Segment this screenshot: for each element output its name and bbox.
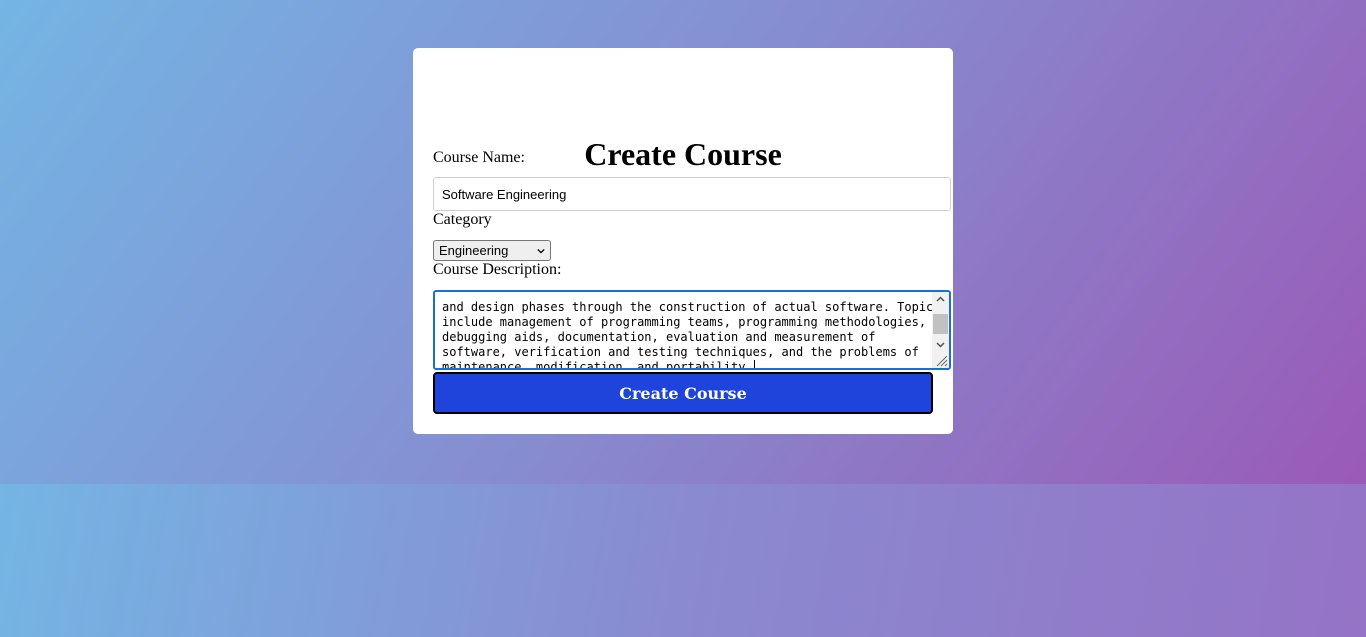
scroll-thumb[interactable]: [933, 314, 948, 334]
description-line: software, verification and testing techn…: [442, 345, 919, 359]
course-description-label: Course Description:: [433, 261, 562, 278]
chevron-down-icon: [537, 248, 545, 254]
description-line: [442, 292, 932, 300]
resize-grip-icon[interactable]: [934, 353, 948, 367]
course-name-label: Course Name:: [433, 149, 525, 166]
course-description-textarea[interactable]: and design phases through the constructi…: [433, 290, 951, 370]
description-line: and design phases through the constructi…: [442, 300, 941, 314]
course-name-value: Software Engineering: [442, 186, 567, 202]
scroll-down-button[interactable]: [932, 338, 949, 352]
description-line: include management of programming teams,…: [442, 315, 927, 329]
create-course-button[interactable]: Create Course: [433, 372, 933, 414]
category-label: Category: [433, 211, 492, 228]
chevron-down-icon: [936, 342, 945, 348]
description-line: maintenance, modification, and portabili…: [442, 360, 753, 370]
course-description-text: and design phases through the constructi…: [442, 292, 941, 370]
description-line: debugging aids, documentation, evaluatio…: [442, 330, 876, 344]
scroll-up-button[interactable]: [932, 292, 949, 306]
category-select[interactable]: Engineering: [433, 240, 551, 261]
course-name-input[interactable]: Software Engineering: [433, 177, 951, 211]
chevron-up-icon: [936, 296, 945, 302]
category-selected-value: Engineering: [439, 243, 509, 258]
description-line-last: maintenance, modification, and portabili…: [442, 360, 932, 370]
background-gradient-lower: [0, 484, 1366, 637]
create-course-card: Create Course Course Name: Software Engi…: [413, 48, 953, 434]
text-cursor: [753, 360, 755, 368]
